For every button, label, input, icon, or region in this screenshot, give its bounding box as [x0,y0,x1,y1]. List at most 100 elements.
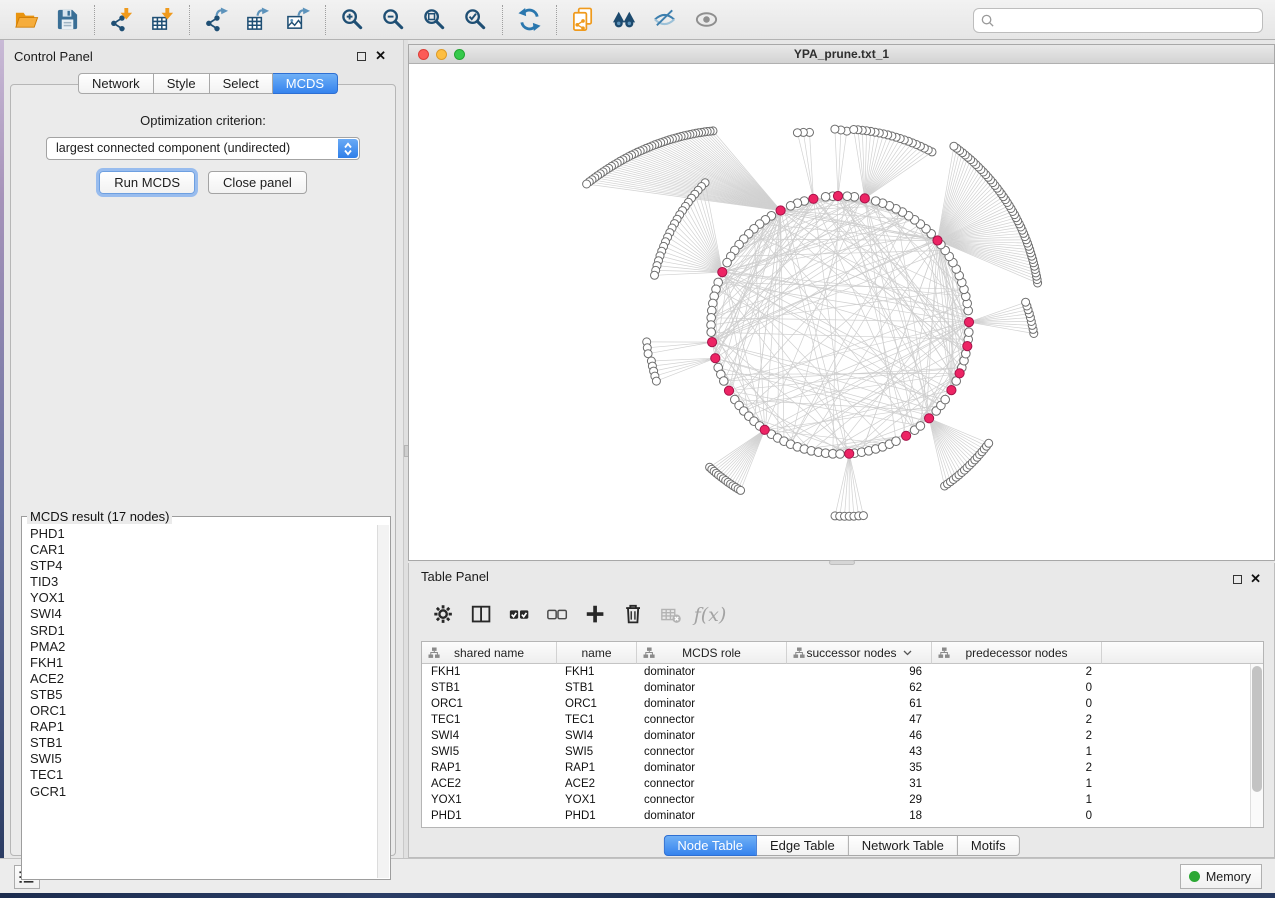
table-row[interactable]: SWI5SWI5connector431 [422,744,1250,760]
add-button[interactable] [577,597,615,633]
result-item[interactable]: SRD1 [30,623,377,639]
table-row[interactable]: RAP1RAP1dominator352 [422,760,1250,776]
import-table-button[interactable] [142,3,183,37]
table-row[interactable]: SWI4SWI4dominator462 [422,728,1250,744]
refresh-button[interactable] [509,3,550,37]
tab-network[interactable]: Network [78,73,154,94]
graphics-details-button[interactable] [645,3,686,37]
column-label: predecessor nodes [965,646,1067,660]
table-row[interactable]: FKH1FKH1dominator962 [422,664,1250,680]
result-item[interactable]: STP4 [30,558,377,574]
result-item[interactable]: YOX1 [30,590,377,606]
memory-status-icon [1189,871,1200,882]
zoom-out-button[interactable] [373,3,414,37]
memory-button[interactable]: Memory [1180,864,1262,889]
mcds-tab-content: Optimization criterion: largest connecte… [10,84,396,856]
eye-button[interactable] [686,3,727,37]
add-icon [584,603,608,627]
tab-mcds[interactable]: MCDS [273,73,338,94]
zoom-selected-button[interactable] [455,3,496,37]
result-item[interactable]: SWI4 [30,606,377,622]
search-box[interactable] [973,8,1263,33]
table-close-icon[interactable]: ✕ [1250,571,1261,587]
share-document-button[interactable] [563,3,604,37]
zoom-in-button[interactable] [332,3,373,37]
cell-mcds_role: dominator [637,680,787,696]
close-panel-button[interactable]: Close panel [208,171,307,194]
table-row[interactable]: YOX1YOX1connector291 [422,792,1250,808]
result-item[interactable]: TEC1 [30,767,377,783]
result-item[interactable]: CAR1 [30,542,377,558]
result-item[interactable]: PHD1 [30,526,377,542]
close-panel-icon[interactable]: ✕ [375,48,386,64]
result-item[interactable]: ACE2 [30,671,377,687]
network-canvas[interactable] [409,64,1274,560]
table-row[interactable]: STB1STB1dominator620 [422,680,1250,696]
search-input[interactable] [995,11,1262,31]
save-button[interactable] [47,3,88,37]
result-item[interactable]: ORC1 [30,703,377,719]
gear-button[interactable] [425,597,463,633]
open-file-button[interactable] [6,3,47,37]
result-item[interactable]: GCR1 [30,784,377,800]
toolbar-separator [502,5,503,35]
scrollbar-thumb[interactable] [1252,666,1262,792]
tab-node-table[interactable]: Node Table [663,835,757,856]
network-view-window: YPA_prune.txt_1 [408,44,1275,561]
run-mcds-button[interactable]: Run MCDS [99,171,195,194]
table-row[interactable]: ACE2ACE2connector311 [422,776,1250,792]
toolbar-separator [94,5,95,35]
binoculars-button[interactable] [604,3,645,37]
cell-predecessor_nodes: 2 [932,712,1102,728]
search-icon [980,13,995,28]
result-item[interactable]: STB1 [30,735,377,751]
network-window-titlebar[interactable]: YPA_prune.txt_1 [409,45,1274,64]
result-item[interactable]: STB5 [30,687,377,703]
table-vertical-scrollbar[interactable] [1250,664,1263,827]
window-close-icon[interactable] [418,49,429,60]
column-header-name[interactable]: name [557,642,637,664]
tab-motifs[interactable]: Motifs [958,835,1020,856]
optimization-criterion-select[interactable]: largest connected component (undirected) [46,137,360,160]
float-panel-icon[interactable] [357,52,366,61]
result-item[interactable]: PMA2 [30,639,377,655]
cell-shared_name: YOX1 [422,792,557,808]
trash-button[interactable] [615,597,653,633]
export-image-button[interactable] [278,3,319,37]
result-item[interactable]: SWI5 [30,751,377,767]
result-list-scrollbar[interactable] [377,525,389,878]
tab-style[interactable]: Style [154,73,210,94]
import-network-button[interactable] [101,3,142,37]
network-graph[interactable] [409,64,1274,560]
zoom-fit-button[interactable] [414,3,455,37]
tab-select[interactable]: Select [210,73,273,94]
table-row[interactable]: TEC1TEC1connector472 [422,712,1250,728]
column-header-shared_name[interactable]: shared name [422,642,557,664]
network-window-title: YPA_prune.txt_1 [409,45,1274,63]
column-type-icon [938,647,950,659]
export-network-button[interactable] [196,3,237,37]
window-maximize-icon[interactable] [454,49,465,60]
result-item[interactable]: FKH1 [30,655,377,671]
table-row[interactable]: ORC1ORC1dominator610 [422,696,1250,712]
toolbar-separator [325,5,326,35]
column-header-predecessor_nodes[interactable]: predecessor nodes [932,642,1102,664]
column-header-successor_nodes[interactable]: successor nodes [787,642,932,664]
cell-predecessor_nodes: 1 [932,776,1102,792]
tab-edge-table[interactable]: Edge Table [757,835,849,856]
table-panel-resize-grip[interactable] [829,560,855,565]
cell-name: TEC1 [557,712,637,728]
column-header-mcds_role[interactable]: MCDS role [637,642,787,664]
deselect-all-icon [546,603,570,627]
split-panel-button[interactable] [463,597,501,633]
export-table-button[interactable] [237,3,278,37]
table-float-icon[interactable] [1233,575,1242,584]
select-all-button[interactable] [501,597,539,633]
result-item[interactable]: TID3 [30,574,377,590]
window-minimize-icon[interactable] [436,49,447,60]
tab-network-table[interactable]: Network Table [849,835,958,856]
result-item[interactable]: RAP1 [30,719,377,735]
table-row[interactable]: PHD1PHD1dominator180 [422,808,1250,824]
cell-mcds_role: dominator [637,808,787,824]
deselect-all-button[interactable] [539,597,577,633]
